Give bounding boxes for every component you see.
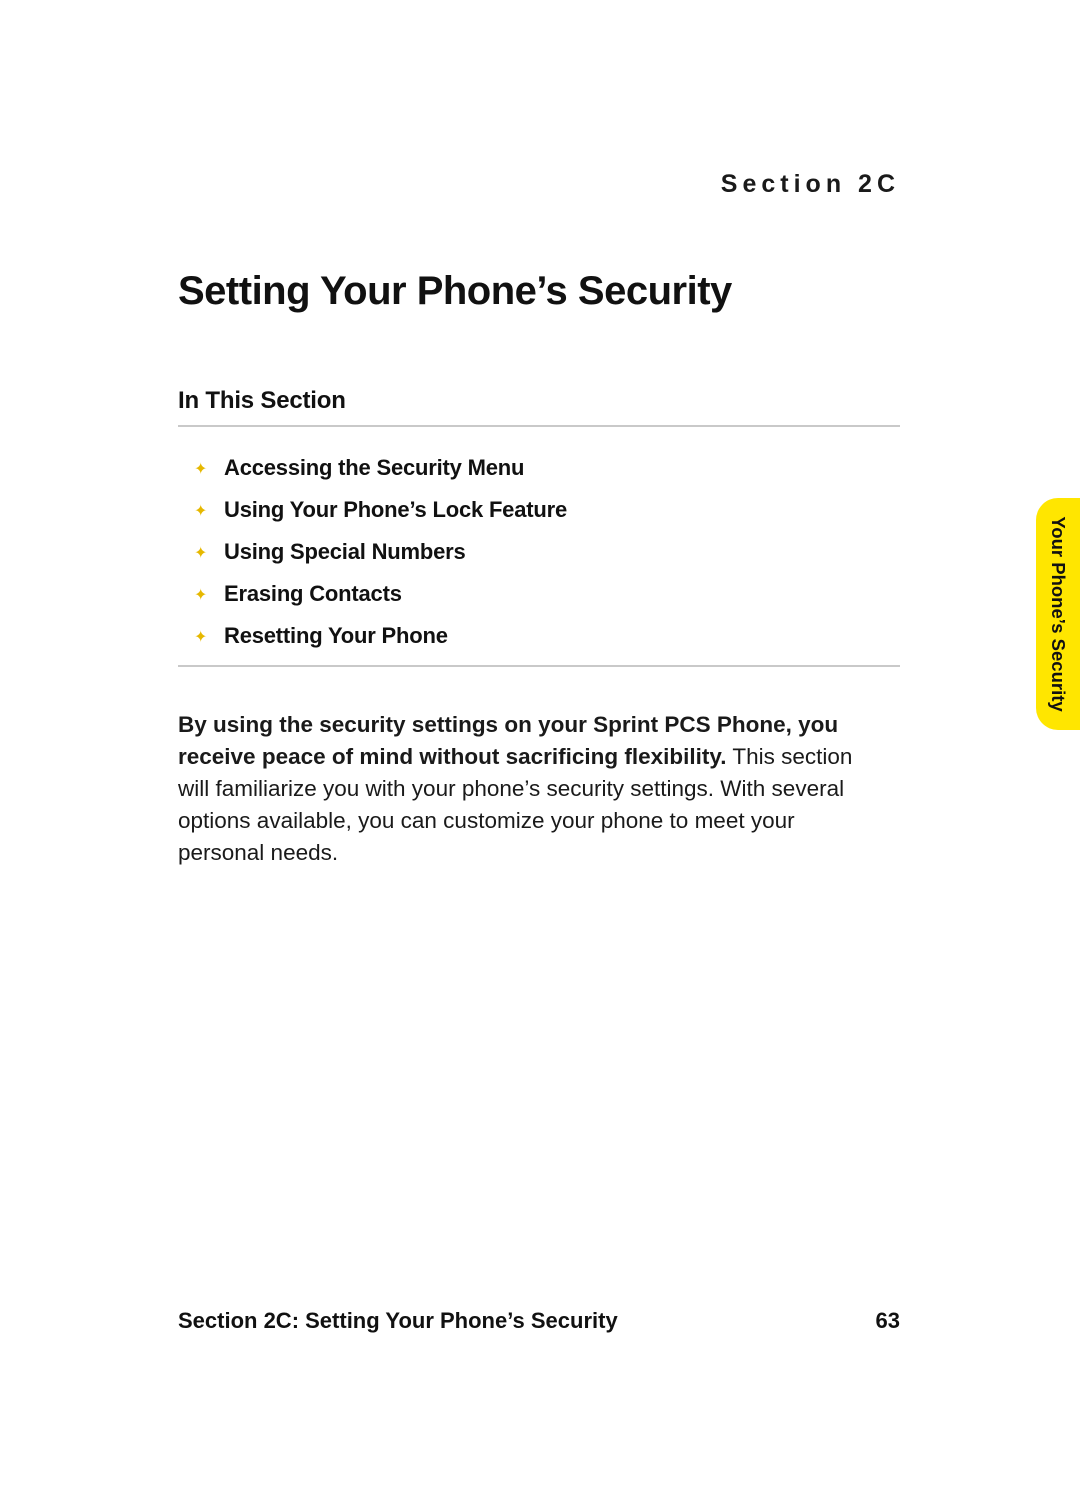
footer-section-title: Section 2C: Setting Your Phone’s Securit… [178,1308,618,1334]
toc-item: ✦ Erasing Contacts [194,581,900,607]
page-title: Setting Your Phone’s Security [178,269,900,313]
side-tab-label: Your Phone’s Security [1047,516,1069,711]
in-this-section-heading: In This Section [178,387,900,415]
footer: Section 2C: Setting Your Phone’s Securit… [178,1308,900,1334]
page-number: 63 [876,1308,900,1334]
toc-item: ✦ Using Your Phone’s Lock Feature [194,497,900,523]
toc-item-label: Accessing the Security Menu [224,455,524,481]
toc-item-label: Resetting Your Phone [224,623,448,649]
intro-paragraph: By using the security settings on your S… [178,709,878,869]
toc-item: ✦ Resetting Your Phone [194,623,900,649]
divider-bottom [178,665,900,667]
toc-list: ✦ Accessing the Security Menu ✦ Using Yo… [194,455,900,649]
diamond-bullet-icon: ✦ [194,588,224,604]
toc-item: ✦ Using Special Numbers [194,539,900,565]
side-tab: Your Phone’s Security [1036,498,1080,730]
page: Section 2C Setting Your Phone’s Security… [0,0,1080,1496]
section-label: Section 2C [178,170,900,199]
diamond-bullet-icon: ✦ [194,504,224,520]
diamond-bullet-icon: ✦ [194,546,224,562]
divider-top [178,425,900,427]
toc-item-label: Using Special Numbers [224,539,466,565]
diamond-bullet-icon: ✦ [194,462,224,478]
toc-item: ✦ Accessing the Security Menu [194,455,900,481]
toc-item-label: Erasing Contacts [224,581,402,607]
toc-item-label: Using Your Phone’s Lock Feature [224,497,567,523]
diamond-bullet-icon: ✦ [194,630,224,646]
